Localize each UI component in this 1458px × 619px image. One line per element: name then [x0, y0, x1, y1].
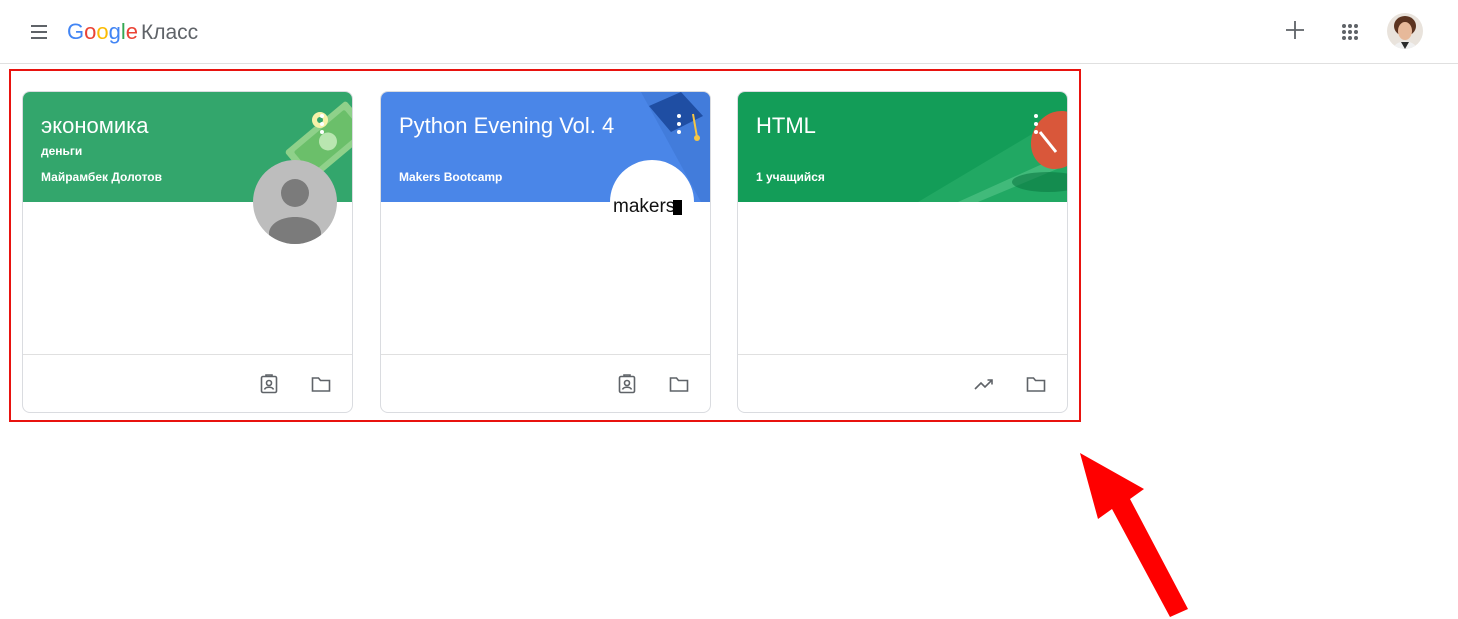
class-card-header: HTML 1 учащийся [738, 92, 1067, 202]
folder-icon [669, 377, 689, 392]
menu-dot [320, 114, 324, 118]
open-gradebook-button[interactable] [973, 373, 995, 395]
product-name: Класс [141, 21, 199, 44]
menu-dot [1034, 130, 1038, 134]
apps-grid-icon [1342, 24, 1358, 40]
menu-dot [677, 130, 681, 134]
menu-dot [1034, 114, 1038, 118]
class-card-footer [738, 354, 1067, 412]
logo-letter: G [67, 19, 85, 44]
teacher-avatar: makers [610, 160, 694, 244]
class-student-count: 1 учащийся [756, 170, 825, 184]
menu-dot [320, 130, 324, 134]
class-title[interactable]: Python Evening Vol. 4 [399, 112, 614, 140]
add-class-button[interactable] [1281, 16, 1309, 44]
class-teacher: Майрамбек Долотов [41, 170, 162, 184]
assignments-icon [260, 374, 278, 394]
logo-letter: e [125, 19, 139, 44]
top-app-bar: Google Класс [0, 0, 1458, 64]
person-icon [269, 179, 321, 244]
open-class-folder-button[interactable] [310, 373, 332, 395]
menu-dot [677, 114, 681, 118]
class-title[interactable]: экономика [41, 112, 148, 140]
class-options-button[interactable] [315, 112, 329, 136]
logo-letter: g [108, 19, 121, 44]
class-card-html[interactable]: HTML 1 учащийся [737, 91, 1068, 413]
class-section: деньги [41, 144, 83, 158]
menu-line [31, 37, 47, 39]
account-avatar[interactable] [1387, 13, 1423, 49]
class-card-economics[interactable]: экономика деньги Майрамбек Долотов [22, 91, 353, 413]
menu-dot [1034, 122, 1038, 126]
class-options-button[interactable] [1029, 112, 1043, 136]
class-title[interactable]: HTML [756, 112, 816, 140]
main-menu-button[interactable] [27, 20, 51, 44]
logo-letter: o [96, 19, 109, 44]
logo-cursor-block [673, 200, 682, 215]
class-teacher: Makers Bootcamp [399, 170, 503, 184]
class-options-button[interactable] [672, 112, 686, 136]
folder-icon [311, 377, 331, 392]
profile-photo-icon [1387, 13, 1423, 49]
app-logo[interactable]: Google Класс [67, 17, 198, 48]
menu-dot [320, 122, 324, 126]
folder-icon [1026, 377, 1046, 392]
add-icon [1286, 21, 1304, 39]
menu-dot [677, 122, 681, 126]
logo-letter: o [84, 19, 97, 44]
menu-line [31, 31, 47, 33]
sports-field-illustration [918, 110, 1067, 202]
makers-logo: makers [613, 196, 676, 217]
google-apps-button[interactable] [1338, 20, 1362, 44]
assignments-icon [618, 374, 636, 394]
trending-up-icon [974, 379, 993, 390]
class-card-python-evening[interactable]: Python Evening Vol. 4 Makers Bootcamp ma… [380, 91, 711, 413]
menu-line [31, 25, 47, 27]
teacher-avatar [253, 160, 337, 244]
open-your-work-button[interactable] [616, 373, 638, 395]
class-card-footer [381, 354, 710, 412]
open-class-folder-button[interactable] [668, 373, 690, 395]
annotation-arrow-icon [1080, 453, 1188, 617]
open-your-work-button[interactable] [258, 373, 280, 395]
open-class-folder-button[interactable] [1025, 373, 1047, 395]
class-card-footer [23, 354, 352, 412]
